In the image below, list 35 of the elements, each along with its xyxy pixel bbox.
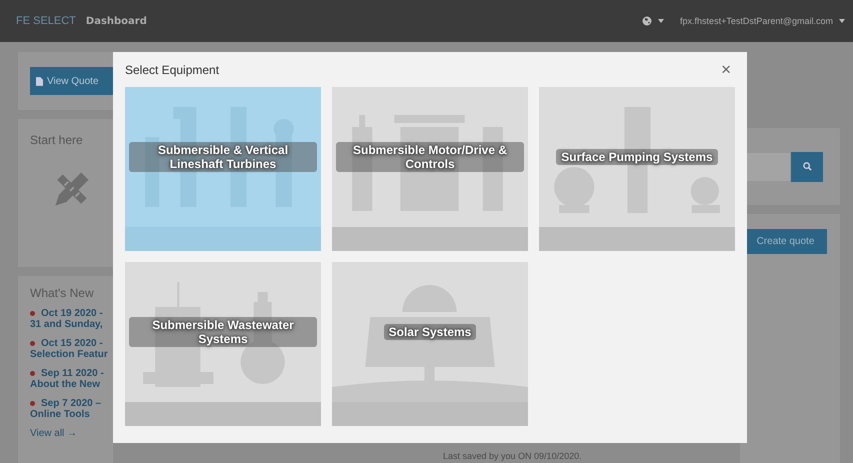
news-link[interactable]: About the New [30,379,113,390]
document-icon [36,76,43,86]
equipment-tile[interactable]: Surface Pumping Systems [539,87,735,251]
close-button[interactable]: × [717,60,735,80]
user-email-menu[interactable]: fpx.fhstest+TestDstParent@gmail.com [680,16,833,26]
view-all-link[interactable]: View all → [30,428,113,439]
caret-icon[interactable] [658,19,664,23]
news-link[interactable]: 31 and Sunday, [30,319,113,330]
equipment-tile[interactable]: Solar Systems [332,262,528,426]
news-link[interactable]: Oct 19 2020 - [41,308,103,319]
dialog-title: Select Equipment [125,62,220,76]
equipment-tile[interactable]: Submersible & Vertical Lineshaft Turbines [125,87,321,251]
search-button[interactable] [791,152,823,182]
news-link[interactable]: Sep 11 2020 - [41,368,104,379]
bullet-dot-icon [30,401,35,406]
search-icon [802,162,812,171]
globe-icon[interactable] [642,16,652,26]
caret-icon[interactable] [839,19,845,23]
news-link[interactable]: Sep 7 2020 – [41,398,102,409]
create-quote-button[interactable]: Create quote [744,229,827,254]
app-logo[interactable]: FE SELECT [16,15,76,27]
news-link[interactable]: Online Tools [30,409,113,420]
bullet-dot-icon [30,371,35,376]
last-saved-text: Last saved by you ON 09/10/2020. [443,451,583,461]
panel-title: Start here [30,133,84,147]
view-quote-button[interactable]: View Quote [30,67,113,95]
news-link[interactable]: Oct 15 2020 - [41,338,103,349]
panel-title: What's New [30,286,95,300]
equipment-tile[interactable]: Submersible Wastewater Systems [125,262,321,426]
bullet-dot-icon [30,311,35,316]
news-link[interactable]: Selection Featur [30,349,113,360]
equipment-tile[interactable]: Submersible Motor/Drive & Controls [332,87,528,251]
bullet-dot-icon [30,341,35,346]
search-field[interactable] [744,152,790,180]
page-title[interactable]: Dashboard [86,16,147,26]
